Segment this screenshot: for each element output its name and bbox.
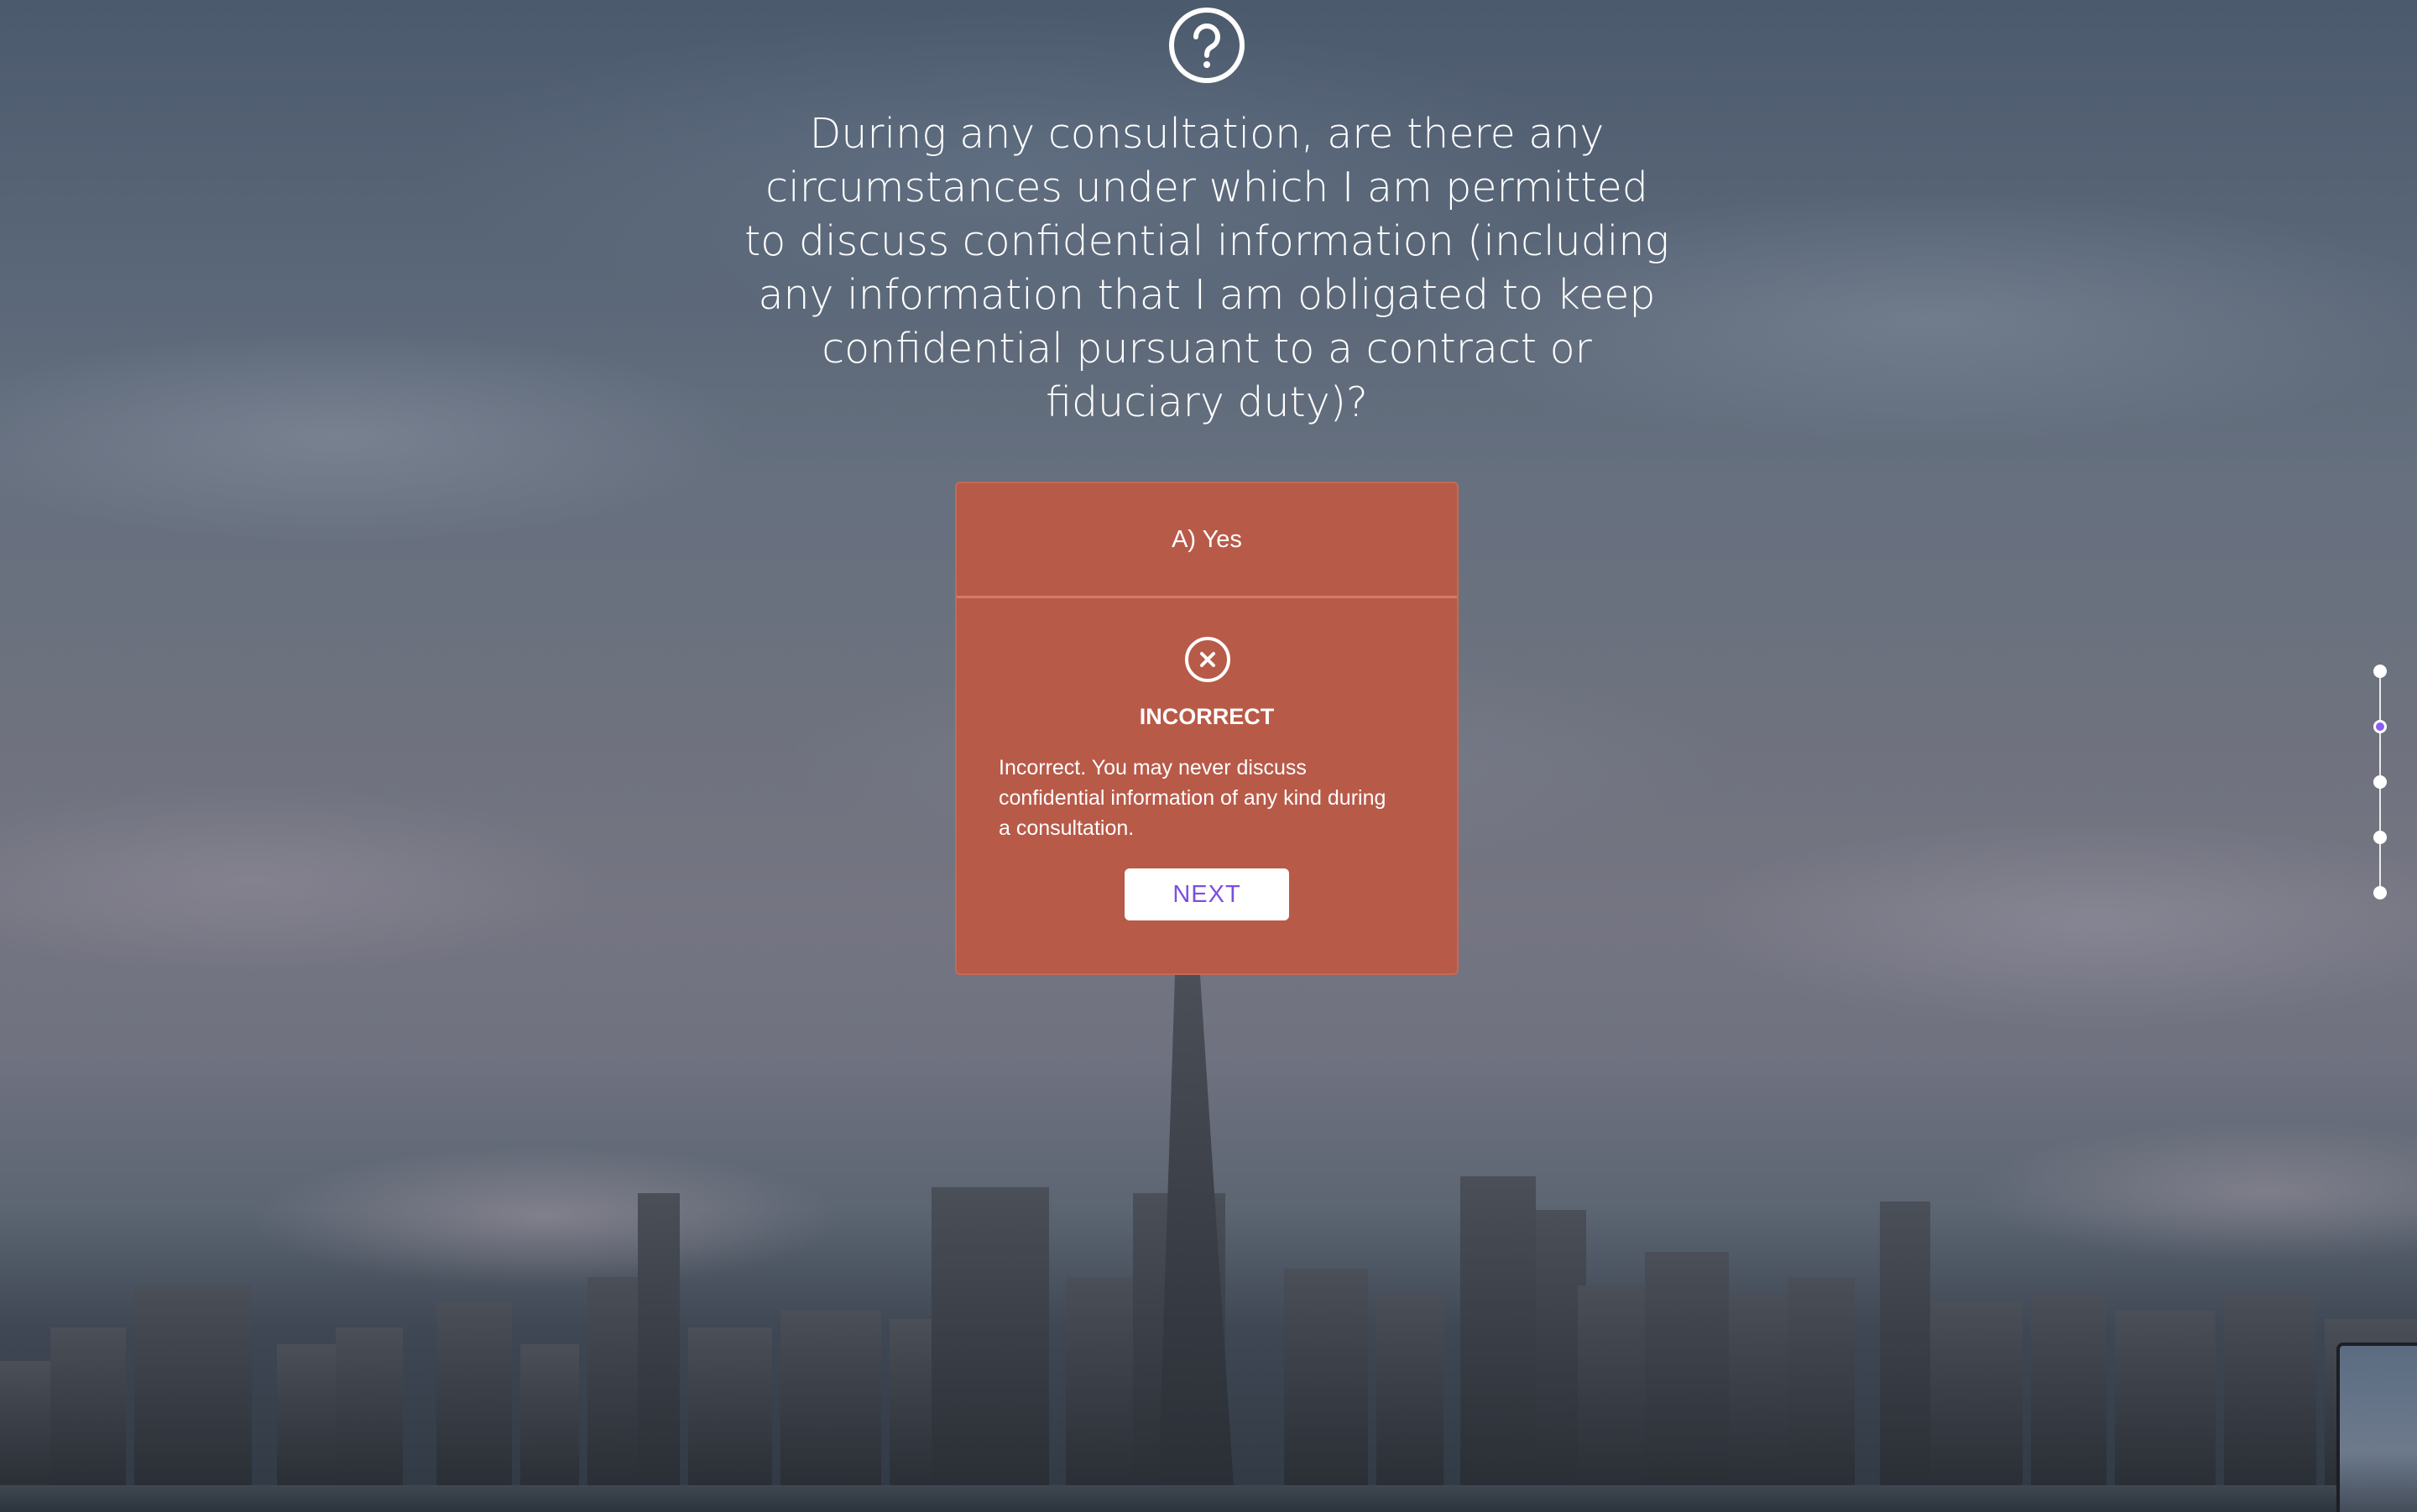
verdict-label: INCORRECT xyxy=(1139,704,1275,729)
x-circle-icon xyxy=(1185,637,1230,682)
question-text: During any consultation, are there any c… xyxy=(744,110,1669,426)
progress-dot-1[interactable] xyxy=(2373,665,2387,678)
next-button[interactable]: NEXT xyxy=(1125,868,1289,920)
progress-dot-5[interactable] xyxy=(2373,886,2387,899)
feedback-panel: INCORRECT Incorrect. You may never discu… xyxy=(957,598,1457,976)
progress-dot-2[interactable] xyxy=(2373,720,2387,733)
preview-thumbnail[interactable] xyxy=(2336,1343,2417,1512)
progress-dot-3[interactable] xyxy=(2373,775,2387,789)
selected-choice[interactable]: A) Yes xyxy=(957,483,1457,598)
city-skyline-image xyxy=(0,975,2417,1512)
answer-card: A) Yes INCORRECT Incorrect. You may neve… xyxy=(955,482,1459,975)
quiz-stage: During any consultation, are there any c… xyxy=(0,0,2417,1512)
explanation-text: Incorrect. You may never discuss confide… xyxy=(999,756,1386,840)
progress-dot-4[interactable] xyxy=(2373,831,2387,844)
progress-nav xyxy=(2373,665,2387,908)
question-circle-icon xyxy=(1169,8,1245,83)
